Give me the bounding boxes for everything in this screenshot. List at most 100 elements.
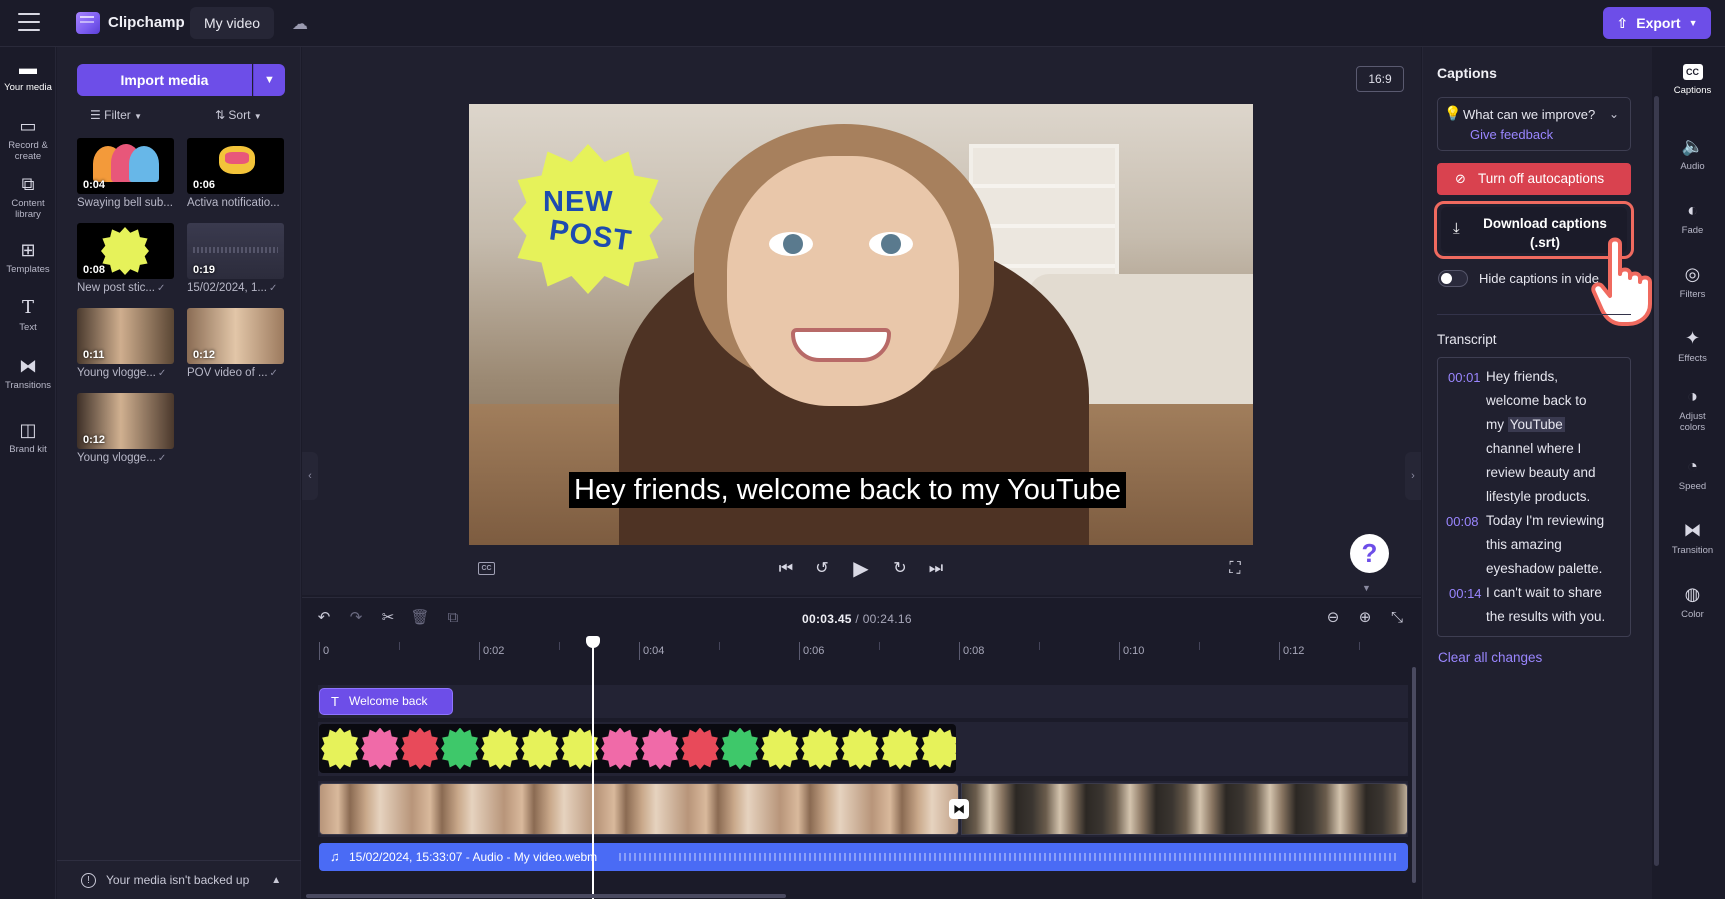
nav-your-media[interactable]: ▬ Your media — [0, 58, 56, 93]
nav-content-library[interactable]: ⧉ Content library — [0, 174, 56, 220]
sticker-clip[interactable] — [319, 724, 956, 773]
transcript-line[interactable]: review beauty and — [1486, 465, 1596, 480]
aspect-ratio-button[interactable]: 16:9 — [1356, 66, 1404, 92]
transcript-line[interactable]: channel where I — [1486, 441, 1581, 456]
nav-templates[interactable]: ⊞ Templates — [0, 240, 56, 275]
ruler-minor-tick — [1199, 642, 1200, 650]
delete-icon[interactable]: 🗑 — [410, 608, 430, 628]
skip-forward-icon[interactable]: ⏭ — [925, 558, 947, 580]
nav-transitions[interactable]: ⧓ Transitions — [0, 356, 56, 391]
project-name-field[interactable]: My video — [190, 7, 275, 39]
transcript-timestamp[interactable]: 00:08 — [1446, 514, 1479, 529]
transcript-line[interactable]: lifestyle products. — [1486, 489, 1590, 504]
media-thumbnail[interactable]: 0:12 — [187, 308, 284, 364]
audio-waveform — [619, 853, 1398, 861]
zoom-out-icon[interactable]: ⊖ — [1323, 608, 1343, 628]
video-caption[interactable]: Hey friends, welcome back to my YouTube — [569, 472, 1126, 508]
media-label: Young vlogge... ✓ — [77, 452, 167, 464]
filter-button[interactable]: ☰ Filter ▼ — [90, 108, 142, 122]
backup-notice[interactable]: ! Your media isn't backed up ▲ — [57, 860, 301, 899]
audio-clip[interactable]: ♫ 15/02/2024, 15:33:07 - Audio - My vide… — [319, 843, 1408, 871]
filter-label: Filter — [104, 108, 131, 122]
transcript-line[interactable]: welcome back to — [1486, 393, 1587, 408]
fullscreen-icon[interactable]: ⛶ — [1224, 558, 1246, 580]
video-clip[interactable] — [961, 783, 1408, 835]
tool-speed[interactable]: ◔ Speed — [1660, 456, 1725, 492]
chevron-down-icon[interactable]: ⌄ — [1609, 107, 1619, 121]
redo-icon[interactable]: ↷ — [346, 608, 366, 628]
forward-5s-icon[interactable]: ↻ — [889, 558, 911, 580]
collapse-right-panel-icon[interactable]: › — [1405, 452, 1421, 500]
tool-label: Filters — [1679, 289, 1706, 300]
media-thumbnail[interactable]: 0:19 — [187, 223, 284, 279]
media-thumbnail[interactable]: 0:06 — [187, 138, 284, 194]
clear-all-changes-link[interactable]: Clear all changes — [1438, 650, 1542, 665]
media-duration: 0:06 — [193, 179, 216, 191]
collapse-left-panel-icon[interactable]: ‹ — [302, 452, 318, 500]
tool-adjust-colors[interactable]: ◑ Adjust colors — [1660, 386, 1725, 433]
sort-icon: ⇅ — [215, 108, 226, 122]
undo-icon[interactable]: ↶ — [314, 608, 334, 628]
tool-transition[interactable]: ⧓ Transition — [1660, 520, 1725, 556]
export-button[interactable]: ⇧ Export ▼ — [1603, 7, 1711, 39]
cloud-off-icon[interactable]: ☁ — [292, 14, 312, 33]
sort-button[interactable]: ⇅ Sort ▼ — [215, 108, 262, 122]
rewind-5s-icon[interactable]: ↺ — [811, 558, 833, 580]
sticker-frame — [321, 727, 359, 770]
split-scissors-icon[interactable]: ✂ — [378, 608, 398, 628]
ruler-minor-tick — [1359, 642, 1360, 650]
timeline-vertical-scrollbar[interactable] — [1412, 667, 1416, 883]
give-feedback-link[interactable]: Give feedback — [1470, 127, 1553, 142]
transcript-line[interactable]: eyeshadow palette. — [1486, 561, 1602, 576]
transcript-timestamp[interactable]: 00:01 — [1448, 370, 1481, 385]
highlighted-word[interactable]: YouTube — [1507, 417, 1565, 432]
closed-captions-icon[interactable]: CC — [478, 562, 495, 575]
current-time: 00:03.45 — [802, 612, 852, 626]
transcript-line[interactable]: Today I'm reviewing — [1486, 513, 1604, 528]
transcript-line[interactable]: this amazing — [1486, 537, 1562, 552]
tool-fade[interactable]: ◐ Fade — [1660, 200, 1725, 236]
hide-captions-toggle[interactable] — [1438, 270, 1468, 287]
tool-color[interactable]: ◍ Color — [1660, 584, 1725, 620]
transition-icon[interactable]: ⧓ — [949, 799, 969, 819]
media-thumbnail[interactable]: 0:04 — [77, 138, 174, 194]
nav-brand-kit[interactable]: ◫ Brand kit — [0, 420, 56, 455]
speed-icon: ◔ — [1687, 456, 1698, 476]
download-label-line1: Download captions — [1483, 216, 1607, 231]
timeline-horizontal-scrollbar[interactable] — [306, 894, 786, 898]
transcript-line[interactable]: the results with you. — [1486, 609, 1605, 624]
nav-label: Text — [19, 322, 37, 333]
tool-label: Color — [1681, 609, 1704, 620]
video-clip[interactable] — [319, 783, 959, 835]
tool-effects[interactable]: ✦ Effects — [1660, 328, 1725, 364]
media-thumbnail[interactable]: 0:08 — [77, 223, 174, 279]
captions-scrollbar[interactable] — [1654, 96, 1659, 866]
zoom-in-icon[interactable]: ⊕ — [1355, 608, 1375, 628]
media-thumbnail[interactable]: 0:11 — [77, 308, 174, 364]
text-clip[interactable]: T Welcome back — [319, 688, 453, 715]
turn-off-autocaptions-button[interactable]: ⊘ Turn off autocaptions — [1437, 163, 1631, 195]
import-dropdown-chevron-icon[interactable]: ▼ — [253, 64, 285, 96]
transcript-timestamp[interactable]: 00:14 — [1449, 586, 1482, 601]
transcript-line[interactable]: Hey friends, — [1486, 369, 1558, 384]
import-media-button[interactable]: Import media — [77, 64, 252, 96]
nav-record-create[interactable]: ▭ Record & create — [0, 116, 56, 162]
menu-icon[interactable] — [18, 13, 40, 33]
help-button[interactable]: ? — [1350, 534, 1389, 573]
tool-audio[interactable]: 🔈 Audio — [1660, 136, 1725, 172]
media-thumbnail[interactable]: 0:12 — [77, 393, 174, 449]
fit-timeline-icon[interactable]: ⤡ — [1387, 608, 1407, 628]
transcript-line[interactable]: I can't wait to share — [1486, 585, 1602, 600]
folder-icon: ▬ — [19, 58, 37, 78]
transcript-line[interactable]: my YouTube — [1486, 417, 1565, 432]
duplicate-icon[interactable]: ⧉ — [443, 608, 463, 628]
playhead[interactable] — [592, 642, 594, 899]
tool-captions[interactable]: CC Captions — [1660, 64, 1725, 96]
chevron-down-icon[interactable]: ▼ — [1362, 583, 1371, 593]
play-icon[interactable]: ▶ — [850, 558, 872, 580]
feedback-box[interactable] — [1437, 97, 1631, 151]
sticker-frame — [521, 727, 559, 770]
skip-back-icon[interactable]: ⏮ — [775, 558, 797, 580]
tool-filters[interactable]: ◎ Filters — [1660, 264, 1725, 300]
nav-text[interactable]: T Text — [0, 298, 56, 334]
